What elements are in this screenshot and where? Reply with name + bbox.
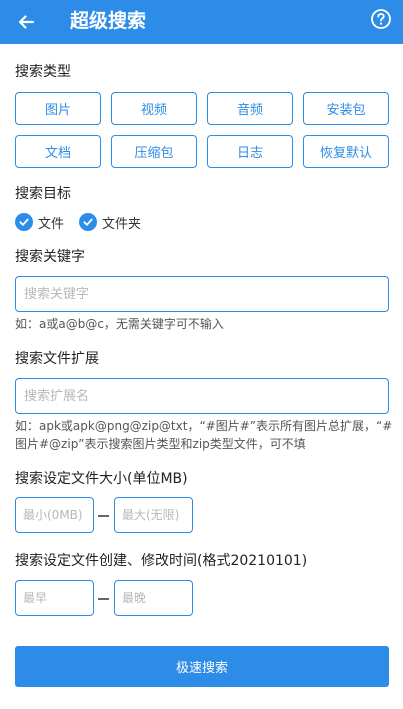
- type-button-archive[interactable]: 压缩包: [111, 135, 197, 168]
- app-bar: 超级搜索: [0, 0, 403, 44]
- target-folder-checkbox[interactable]: 文件夹: [79, 212, 141, 232]
- back-button[interactable]: [10, 6, 42, 38]
- help-button[interactable]: [369, 7, 393, 31]
- back-arrow-icon: [18, 15, 35, 29]
- checkmark-icon: [79, 213, 97, 231]
- page-title: 超级搜索: [70, 10, 147, 32]
- time-heading: 搜索设定文件创建、修改时间(格式20210101): [15, 553, 308, 569]
- keyword-heading: 搜索关键字: [15, 249, 85, 265]
- extension-hint: 如：apk或apk@png@zip@txt，“#图片#”表示所有图片总扩展，“#…: [15, 419, 393, 451]
- search-type-heading: 搜索类型: [15, 64, 71, 80]
- extension-heading: 搜索文件扩展: [15, 351, 99, 367]
- target-folder-label: 文件夹: [102, 216, 142, 232]
- target-file-checkbox[interactable]: 文件: [15, 212, 64, 232]
- extension-input[interactable]: [15, 378, 389, 414]
- type-button-image[interactable]: 图片: [15, 92, 101, 125]
- time-start-input[interactable]: [15, 580, 94, 616]
- type-button-video[interactable]: 视频: [111, 92, 197, 125]
- type-button-reset[interactable]: 恢复默认: [303, 135, 389, 168]
- size-heading: 搜索设定文件大小(单位MB): [15, 471, 188, 487]
- type-button-document[interactable]: 文档: [15, 135, 101, 168]
- type-button-apk[interactable]: 安装包: [303, 92, 389, 125]
- keyword-input[interactable]: [15, 276, 389, 312]
- type-button-log[interactable]: 日志: [207, 135, 293, 168]
- checkmark-icon: [15, 213, 33, 231]
- size-max-input[interactable]: [114, 497, 193, 533]
- fast-search-button[interactable]: 极速搜索: [15, 646, 389, 687]
- type-button-audio[interactable]: 音频: [207, 92, 293, 125]
- range-separator: [98, 598, 109, 600]
- keyword-hint: 如：a或a@b@c，无需关键字可不输入: [15, 317, 224, 331]
- help-circle-icon: [371, 9, 391, 29]
- target-file-label: 文件: [38, 216, 65, 232]
- size-min-input[interactable]: [15, 497, 94, 533]
- search-target-heading: 搜索目标: [15, 186, 71, 202]
- time-end-input[interactable]: [114, 580, 193, 616]
- range-separator: [98, 515, 109, 517]
